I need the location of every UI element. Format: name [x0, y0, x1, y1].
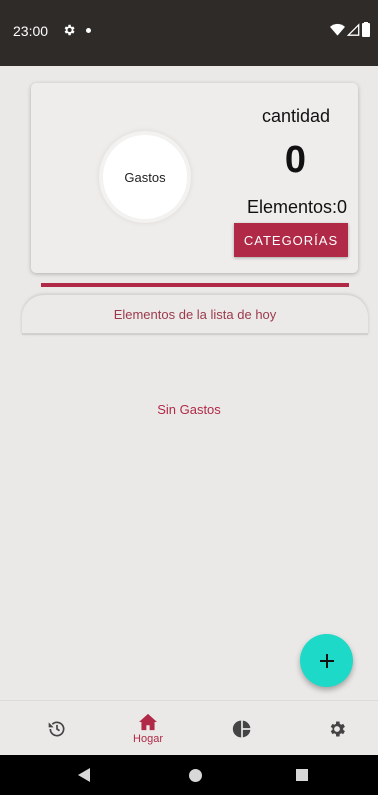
status-time: 23:00 [13, 23, 49, 39]
home-icon [139, 713, 157, 730]
cantidad-value: 0 [284, 139, 306, 181]
history-icon [48, 721, 65, 736]
notification-dot-icon [86, 28, 91, 33]
bottom-navigation: Hogar [0, 700, 378, 755]
pie-chart-icon [232, 720, 251, 737]
summary-card: Gastos cantidad 0 Elementos:0 CATEGORÍAS [31, 83, 358, 273]
wifi-icon [330, 23, 345, 36]
status-indicators [330, 22, 370, 37]
status-bar: 23:00 [0, 0, 378, 66]
gear-icon [62, 23, 76, 37]
today-list-header: Elementos de la lista de hoy [22, 295, 368, 335]
accent-divider [41, 283, 349, 287]
nav-item-history[interactable] [10, 701, 104, 756]
nav-item-home-label: Hogar [133, 732, 163, 745]
plus-icon [319, 653, 334, 668]
add-expense-button[interactable] [300, 634, 353, 687]
system-navigation-bar [0, 755, 378, 795]
cantidad-label: cantidad [261, 106, 330, 126]
battery-icon [362, 22, 370, 37]
gastos-circle-label: Gastos [124, 169, 166, 185]
categorias-button[interactable]: CATEGORÍAS [234, 223, 348, 257]
empty-list-message: Sin Gastos [157, 402, 221, 417]
elementos-count: Elementos:0 [246, 197, 347, 217]
nav-item-settings[interactable] [290, 701, 378, 756]
today-list-header-label: Elementos de la lista de hoy [113, 306, 277, 322]
nav-item-home[interactable]: Hogar [101, 701, 195, 756]
settings-icon [330, 721, 345, 736]
home-circle-icon[interactable] [189, 769, 202, 782]
nav-item-stats[interactable] [195, 701, 289, 756]
recents-icon[interactable] [296, 769, 308, 781]
signal-icon [347, 22, 360, 36]
back-icon[interactable] [78, 768, 90, 782]
gastos-circle: Gastos [103, 135, 187, 219]
